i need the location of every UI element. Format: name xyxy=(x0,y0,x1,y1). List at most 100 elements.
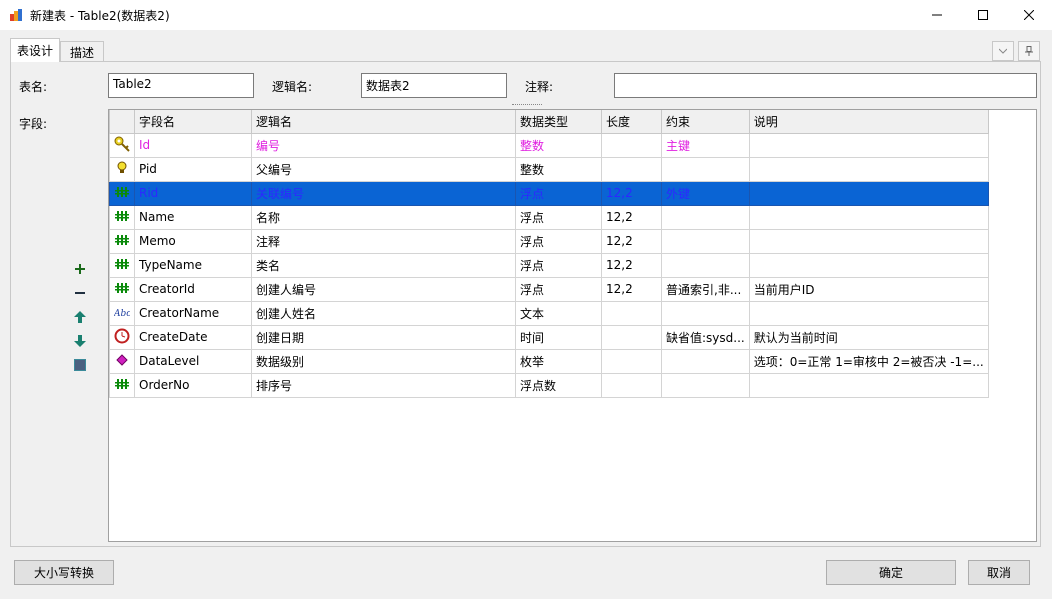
cell-type[interactable]: 枚举 xyxy=(515,348,602,374)
cell-name[interactable]: Pid xyxy=(134,156,252,182)
cell-name[interactable]: TypeName xyxy=(134,252,252,278)
cell-type[interactable]: 整数 xyxy=(515,132,602,158)
cell-type[interactable]: 浮点数 xyxy=(515,372,602,398)
cell-constraint[interactable] xyxy=(661,228,750,254)
cell-name[interactable]: Id xyxy=(134,132,252,158)
table-row[interactable]: Rid 关联编号 浮点 12,2 外键 xyxy=(109,180,989,206)
table-name-input[interactable]: Table2 xyxy=(108,73,254,98)
cell-type[interactable]: 浮点 xyxy=(515,180,602,206)
cell-name[interactable]: DataLevel xyxy=(134,348,252,374)
case-convert-button[interactable]: 大小写转换 xyxy=(14,560,114,585)
cell-type[interactable]: 时间 xyxy=(515,324,602,350)
cell-desc[interactable] xyxy=(748,252,989,278)
cell-logic[interactable]: 创建人编号 xyxy=(251,276,516,302)
cell-length[interactable] xyxy=(601,300,662,326)
cell-logic[interactable]: 关联编号 xyxy=(251,180,516,206)
cell-constraint[interactable] xyxy=(661,348,750,374)
cell-logic[interactable]: 数据级别 xyxy=(251,348,516,374)
cell-desc[interactable] xyxy=(748,300,989,326)
cell-type[interactable]: 整数 xyxy=(515,156,602,182)
cell-constraint[interactable] xyxy=(661,372,750,398)
cell-logic[interactable]: 父编号 xyxy=(251,156,516,182)
cell-type[interactable]: 浮点 xyxy=(515,252,602,278)
ok-button[interactable]: 确定 xyxy=(826,560,956,585)
column-header[interactable]: 长度 xyxy=(601,110,662,134)
column-header[interactable] xyxy=(109,110,135,134)
table-row[interactable]: Abc CreatorName 创建人姓名 文本 xyxy=(109,300,989,326)
column-header[interactable]: 逻辑名 xyxy=(251,110,516,134)
cell-constraint[interactable]: 普通索引,非... xyxy=(661,276,750,302)
minimize-button[interactable] xyxy=(914,0,960,30)
table-row[interactable]: CreateDate 创建日期 时间 缺省值:sysd... 默认为当前时间 xyxy=(109,324,989,350)
table-row[interactable]: DataLevel 数据级别 枚举 选项：0=正常 1=审核中 2=被否决 -1=..… xyxy=(109,348,989,374)
cell-logic[interactable]: 创建日期 xyxy=(251,324,516,350)
cell-constraint[interactable] xyxy=(661,156,750,182)
cell-constraint[interactable] xyxy=(661,252,750,278)
column-header[interactable]: 字段名 xyxy=(134,110,252,134)
cell-type[interactable]: 浮点 xyxy=(515,228,602,254)
cell-desc[interactable] xyxy=(748,372,989,398)
column-header[interactable]: 约束 xyxy=(661,110,750,134)
cell-length[interactable] xyxy=(601,156,662,182)
splitter-handle[interactable] xyxy=(512,104,542,108)
grid-button[interactable] xyxy=(73,358,87,372)
cell-length[interactable]: 12,2 xyxy=(601,180,662,206)
cell-length[interactable] xyxy=(601,348,662,374)
cell-name[interactable]: Rid xyxy=(134,180,252,206)
cell-name[interactable]: CreatorName xyxy=(134,300,252,326)
cell-name[interactable]: Memo xyxy=(134,228,252,254)
cell-logic[interactable]: 类名 xyxy=(251,252,516,278)
cell-length[interactable]: 12,2 xyxy=(601,204,662,230)
move-down-button[interactable] xyxy=(73,334,87,348)
cell-type[interactable]: 浮点 xyxy=(515,276,602,302)
add-field-button[interactable] xyxy=(73,262,87,276)
comment-input[interactable] xyxy=(614,73,1037,98)
table-row[interactable]: TypeName 类名 浮点 12,2 xyxy=(109,252,989,278)
cell-desc[interactable] xyxy=(748,156,989,182)
cell-length[interactable]: 12,2 xyxy=(601,228,662,254)
cell-name[interactable]: OrderNo xyxy=(134,372,252,398)
fields-grid[interactable]: 字段名 逻辑名 数据类型 长度 约束 说明 Id 编号 整数 主键 Pid 父编号 整数 Ri… xyxy=(108,109,1037,542)
cell-desc[interactable] xyxy=(748,228,989,254)
column-header[interactable]: 说明 xyxy=(748,110,989,134)
cell-logic[interactable]: 编号 xyxy=(251,132,516,158)
table-row[interactable]: Id 编号 整数 主键 xyxy=(109,132,989,158)
logic-name-input[interactable]: 数据表2 xyxy=(361,73,507,98)
close-button[interactable] xyxy=(1006,0,1052,30)
cell-length[interactable] xyxy=(601,132,662,158)
cell-logic[interactable]: 名称 xyxy=(251,204,516,230)
cell-desc[interactable] xyxy=(748,204,989,230)
cell-logic[interactable]: 排序号 xyxy=(251,372,516,398)
cell-desc[interactable] xyxy=(748,132,989,158)
dropdown-button[interactable] xyxy=(992,41,1014,61)
move-up-button[interactable] xyxy=(73,310,87,324)
cell-type[interactable]: 浮点 xyxy=(515,204,602,230)
cell-length[interactable]: 12,2 xyxy=(601,276,662,302)
cell-name[interactable]: Name xyxy=(134,204,252,230)
table-row[interactable]: Pid 父编号 整数 xyxy=(109,156,989,182)
cell-logic[interactable]: 创建人姓名 xyxy=(251,300,516,326)
tab-design[interactable]: 表设计 xyxy=(10,38,60,62)
cell-logic[interactable]: 注释 xyxy=(251,228,516,254)
pin-button[interactable] xyxy=(1018,41,1040,61)
cell-desc[interactable]: 默认为当前时间 xyxy=(748,324,989,350)
cell-constraint[interactable] xyxy=(661,204,750,230)
table-row[interactable]: Memo 注释 浮点 12,2 xyxy=(109,228,989,254)
cell-desc[interactable]: 选项：0=正常 1=审核中 2=被否决 -1=... xyxy=(748,348,989,374)
cell-constraint[interactable]: 外键 xyxy=(661,180,750,206)
cell-desc[interactable] xyxy=(748,180,989,206)
table-row[interactable]: OrderNo 排序号 浮点数 xyxy=(109,372,989,398)
cell-constraint[interactable]: 主键 xyxy=(661,132,750,158)
remove-field-button[interactable] xyxy=(73,286,87,300)
cell-type[interactable]: 文本 xyxy=(515,300,602,326)
cell-name[interactable]: CreateDate xyxy=(134,324,252,350)
cell-name[interactable]: CreatorId xyxy=(134,276,252,302)
column-header[interactable]: 数据类型 xyxy=(515,110,602,134)
cell-constraint[interactable] xyxy=(661,300,750,326)
cancel-button[interactable]: 取消 xyxy=(968,560,1030,585)
cell-length[interactable] xyxy=(601,324,662,350)
maximize-button[interactable] xyxy=(960,0,1006,30)
cell-length[interactable]: 12,2 xyxy=(601,252,662,278)
table-row[interactable]: Name 名称 浮点 12,2 xyxy=(109,204,989,230)
cell-desc[interactable]: 当前用户ID xyxy=(748,276,989,302)
